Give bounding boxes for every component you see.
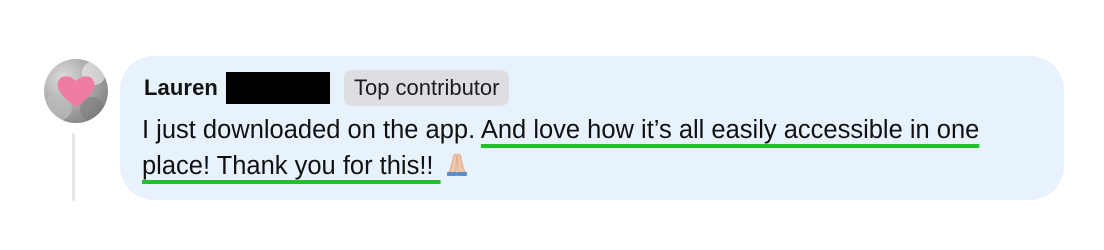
- avatar[interactable]: [44, 59, 108, 123]
- comment-text: I just downloaded on the app. And love h…: [142, 112, 1052, 187]
- author-name[interactable]: Lauren: [144, 75, 218, 101]
- comment-row: Lauren Top contributor I just downloaded…: [0, 0, 1104, 250]
- thread-line: [72, 133, 75, 201]
- comment-text-plain: I just downloaded on the app.: [142, 116, 481, 144]
- folded-hands-icon: [445, 151, 469, 187]
- top-contributor-badge: Top contributor: [343, 70, 510, 106]
- comment-bubble: Lauren Top contributor I just downloaded…: [120, 56, 1064, 200]
- redacted-surname: [225, 72, 330, 104]
- author-line: Lauren Top contributor: [144, 70, 510, 106]
- heart-icon: [44, 61, 106, 121]
